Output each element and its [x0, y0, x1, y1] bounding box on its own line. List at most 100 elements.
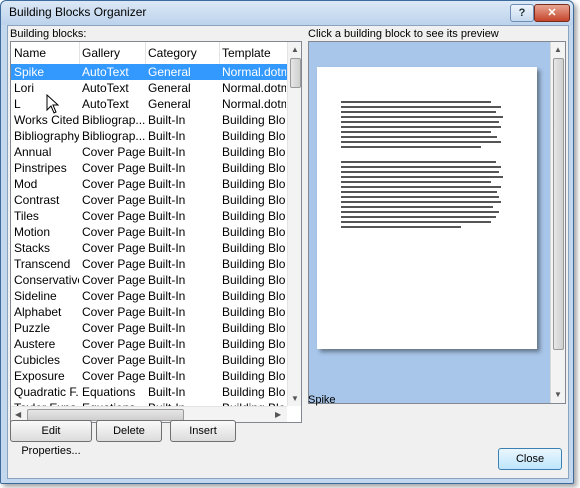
list-item[interactable]: Motion Cover PagesBuilt-In Building Blo...: [11, 224, 287, 240]
list-item-category: Built-In: [148, 129, 186, 143]
list-item-template: Building Blo...: [222, 241, 286, 255]
list-item-name: Alphabet: [14, 305, 62, 319]
list-item-name: Motion: [14, 225, 51, 239]
list-item-gallery: Cover Pages: [82, 305, 146, 319]
preview-text-line: [341, 176, 503, 178]
list-item[interactable]: Austere Cover PagesBuilt-In Building Blo..…: [11, 336, 287, 352]
list-item-category: Built-In: [148, 241, 186, 255]
list-item-template: Building Blo...: [222, 289, 286, 303]
list-item[interactable]: Works Cited Bibliograp... Built-In Building…: [11, 112, 287, 128]
column-divider[interactable]: [79, 42, 80, 64]
list-item-name: Mod: [14, 177, 38, 191]
list-item[interactable]: Conservative Cover Pages Built-In Building …: [11, 272, 287, 288]
preview-pane: ▲ ▼: [308, 41, 566, 404]
list-header: Name Gallery Category Template: [11, 42, 287, 65]
list-item-gallery: Bibliograp...: [82, 113, 146, 127]
preview-scroll-up-arrow-icon[interactable]: ▲: [554, 45, 562, 54]
preview-scroll-down-arrow-icon[interactable]: ▼: [554, 390, 562, 399]
preview-scrollbar[interactable]: ▲ ▼: [550, 42, 565, 403]
list-item-category: Built-In: [148, 321, 186, 335]
help-button[interactable]: ?: [510, 4, 534, 22]
preview-text-line: [341, 221, 491, 223]
list-item-template: Building Blo...: [222, 161, 286, 175]
close-button[interactable]: Close: [498, 448, 562, 470]
preview-scroll-thumb[interactable]: [553, 58, 564, 350]
list-item[interactable]: Transcend Cover Pages Built-In Building Blo…: [11, 256, 287, 272]
list-item-template: Building Blo...: [222, 145, 286, 159]
list-item-category: Built-In: [148, 193, 186, 207]
list-item-name: Works Cited: [14, 113, 79, 127]
list-item-category: Built-In: [148, 209, 186, 223]
list-item[interactable]: Bibliography Bibliograp... Built-In Buildin…: [11, 128, 287, 144]
list-item-template: Building Blo...: [222, 193, 286, 207]
list-item-gallery: Cover Pages: [82, 241, 146, 255]
list-item[interactable]: Exposure Cover PagesBuilt-In Building Blo.…: [11, 368, 287, 384]
list-item-template: Building Blo...: [222, 177, 286, 191]
column-divider[interactable]: [219, 42, 220, 64]
list-vertical-scroll-thumb[interactable]: [290, 58, 301, 88]
list-item-category: Built-In: [148, 385, 186, 399]
list-item[interactable]: Annual Cover PagesBuilt-In Building Blo...: [11, 144, 287, 160]
preview-text-line: [341, 181, 491, 183]
list-item-name: Bibliography: [14, 129, 79, 143]
list-item-template: Building Blo...: [222, 209, 286, 223]
scroll-up-arrow-icon[interactable]: ▲: [291, 45, 299, 54]
preview-text-line: [341, 211, 499, 213]
delete-button[interactable]: Delete: [96, 420, 162, 442]
scroll-down-arrow-icon[interactable]: ▼: [291, 394, 299, 403]
list-item[interactable]: Contrast Cover PagesBuilt-In Building Blo.…: [11, 192, 287, 208]
list-item-category: Built-In: [148, 353, 186, 367]
preview-text-line: [341, 141, 501, 143]
window-close-button[interactable]: ✕: [534, 4, 570, 22]
list-item-gallery: Cover Pages: [82, 257, 146, 271]
list-item-gallery: Bibliograp...: [82, 129, 146, 143]
list-item-template: Building Blo...: [222, 321, 286, 335]
list-item-name: Cubicles: [14, 353, 61, 367]
list-item-gallery: Cover Pages: [82, 353, 146, 367]
list-item-gallery: Cover Pages: [82, 145, 146, 159]
scroll-right-arrow-icon[interactable]: ▶: [275, 410, 281, 419]
list-item-template: Normal.dotm: [222, 81, 286, 95]
scroll-left-arrow-icon[interactable]: ◀: [15, 410, 21, 419]
list-item[interactable]: Alphabet Cover PagesBuilt-In Building Blo.…: [11, 304, 287, 320]
list-item-name: Tiles: [14, 209, 39, 223]
preview-text-line: [341, 121, 499, 123]
list-item-name: Conservative: [14, 273, 79, 287]
edit-properties-button[interactable]: Edit Properties...: [10, 420, 92, 457]
preview-text-line: [341, 201, 501, 203]
list-item-name: Spike: [14, 65, 45, 79]
list-item-category: Built-In: [148, 161, 186, 175]
list-item-name: Contrast: [14, 193, 60, 207]
preview-text-line: [341, 126, 501, 128]
list-item-template: Building Blo...: [222, 113, 286, 127]
list-item[interactable]: Sideline Cover PagesBuilt-In Building Blo.…: [11, 288, 287, 304]
list-item[interactable]: Mod Cover PagesBuilt-In Building Blo...: [11, 176, 287, 192]
list-item[interactable]: Pinstripes Cover Pages Built-In Building Bl…: [11, 160, 287, 176]
list-vertical-scrollbar[interactable]: ▲ ▼: [287, 42, 301, 406]
title-bar[interactable]: Building Blocks Organizer ? ✕: [1, 1, 573, 25]
column-header-category[interactable]: Category: [148, 46, 197, 60]
list-item-gallery: Cover Pages: [82, 337, 146, 351]
list-item[interactable]: Stacks Cover PagesBuilt-In Building Blo...: [11, 240, 287, 256]
preview-text-line: [341, 111, 496, 113]
column-header-gallery[interactable]: Gallery: [82, 46, 120, 60]
list-item[interactable]: Cubicles Cover PagesBuilt-In Building Blo.…: [11, 352, 287, 368]
list-item[interactable]: Puzzle Cover PagesBuilt-In Building Blo...: [11, 320, 287, 336]
column-header-template[interactable]: Template: [222, 46, 271, 60]
list-item-category: General: [148, 81, 191, 95]
preview-text-line: [341, 106, 501, 108]
list-item-name: Stacks: [14, 241, 51, 255]
insert-button[interactable]: Insert: [170, 420, 236, 442]
preview-text-line: [341, 196, 499, 198]
list-item[interactable]: Quadratic F... Equations Built-In Building …: [11, 384, 287, 400]
list-item-name: Exposure: [14, 369, 65, 383]
list-item[interactable]: Spike AutoText General Normal.dotm: [11, 64, 287, 80]
column-header-name[interactable]: Name: [14, 46, 46, 60]
preview-text-line: [341, 216, 496, 218]
list-rows: Spike AutoText General Normal.dotm Lori AutoT…: [11, 64, 287, 406]
list-item-template: Building Blo...: [222, 337, 286, 351]
list-item-gallery: Cover Pages: [82, 369, 146, 383]
list-item[interactable]: Tiles Cover PagesBuilt-In Building Blo...: [11, 208, 287, 224]
column-divider[interactable]: [145, 42, 146, 64]
preview-text-line: [341, 161, 496, 163]
